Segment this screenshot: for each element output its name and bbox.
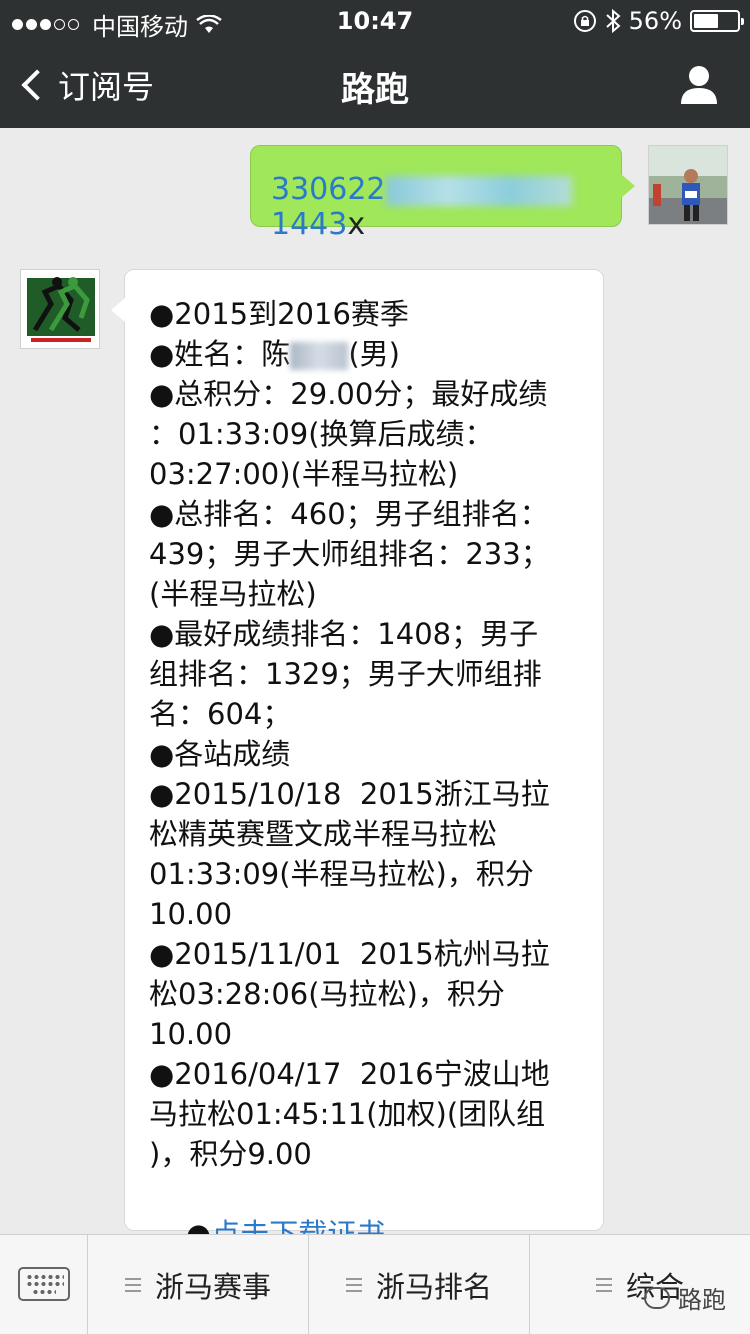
user-avatar[interactable]: [648, 145, 728, 225]
menu-item-zhema-events[interactable]: 浙马赛事: [88, 1235, 309, 1334]
message-line: 03:27:00)(半程马拉松): [149, 454, 583, 494]
menu-item-label: 浙马赛事: [154, 1270, 271, 1304]
message-suffix: x: [347, 207, 366, 242]
redacted-name-blur: [290, 342, 349, 370]
message-line: ●2015/10/18 2015浙江马拉: [149, 774, 583, 814]
message-line: (半程马拉松): [149, 574, 583, 614]
menu-list-icon: [345, 1278, 362, 1292]
menu-item-label: 浙马排名: [375, 1270, 492, 1304]
message-line: ●姓名：陈 (男): [149, 334, 583, 374]
message-line-text: 松精英赛暨文成半程马拉松: [149, 817, 498, 851]
message-text-end: 1443: [271, 207, 348, 242]
message-line-text: ：01:33:09(换算后成绩：: [149, 417, 494, 451]
account-avatar[interactable]: [20, 269, 100, 349]
orientation-lock-icon: [573, 10, 596, 32]
message-line-text: ●总积分：29.00分；最好成绩: [149, 377, 548, 411]
runners-logo: [21, 270, 99, 348]
message-line: ●最好成绩排名：1408；男子: [149, 614, 583, 654]
message-line: 439；男子大师组排名：233；: [149, 534, 583, 574]
menu-list-icon: [124, 1278, 141, 1292]
message-line: ●2015到2016赛季: [149, 294, 583, 334]
message-line: ●总排名：460；男子组排名：: [149, 494, 583, 534]
name-suffix: (男): [348, 337, 400, 371]
outgoing-message-bubble[interactable]: 3306221443x: [250, 145, 635, 242]
message-line-text: ●总排名：460；男子组排名：: [149, 497, 549, 531]
message-line-text: 名：604；: [149, 697, 292, 731]
menu-list-icon: [595, 1278, 612, 1292]
redacted-blur: [385, 175, 572, 206]
battery-percent: 56%: [628, 7, 682, 35]
message-line: 10.00: [149, 1014, 583, 1054]
page-title: 路跑: [341, 70, 409, 110]
message-line-text: ●2015到2016赛季: [149, 297, 409, 331]
message-line-text: 马拉松01:45:11(加权)(团队组: [149, 1097, 546, 1131]
message-line-text: (半程马拉松): [149, 577, 317, 611]
message-line-text: ●2015/10/18 2015浙江马拉: [149, 777, 550, 811]
message-line: ●总积分：29.00分；最好成绩: [149, 374, 583, 414]
message-line-text: ●2015/11/01 2015杭州马拉: [149, 937, 550, 971]
message-line-text: 439；男子大师组排名：233；: [149, 537, 550, 571]
message-line: )，积分9.00: [149, 1134, 583, 1174]
message-line-text: ●2016/04/17 2016宁波山地: [149, 1057, 550, 1091]
message-line-text: 松03:28:06(马拉松)，积分: [149, 977, 505, 1011]
message-line: 01:33:09(半程马拉松)，积分: [149, 854, 583, 894]
message-line-text: 03:27:00)(半程马拉松): [149, 457, 459, 491]
message-line-text: 组排名：1329；男子大师组排: [149, 657, 542, 691]
nav-bar: 订阅号 路跑: [0, 40, 750, 128]
message-line-text: ●各站成绩: [149, 737, 291, 771]
message-line: 马拉松01:45:11(加权)(团队组: [149, 1094, 583, 1134]
keyboard-icon: [18, 1267, 70, 1301]
watermark: 路跑: [644, 1280, 726, 1315]
message-text-start: 330622: [271, 172, 386, 207]
keyboard-toggle-button[interactable]: [0, 1235, 88, 1334]
wechat-icon: [644, 1286, 670, 1309]
watermark-text: 路跑: [678, 1286, 726, 1314]
bluetooth-icon: [605, 8, 621, 34]
message-line-text: 10.00: [149, 897, 233, 931]
message-line: 松精英赛暨文成半程马拉松: [149, 814, 583, 854]
message-line-text: )，积分9.00: [149, 1137, 312, 1171]
message-line-text: ●姓名：陈: [149, 337, 291, 371]
profile-icon[interactable]: [680, 64, 718, 104]
runner-photo: [649, 146, 727, 224]
message-body: ●2015到2016赛季 ●姓名：陈 (男) ●总积分：29.00分；最好成绩 ：01:…: [149, 294, 583, 1174]
message-line: 组排名：1329；男子大师组排: [149, 654, 583, 694]
message-line: 10.00: [149, 894, 583, 934]
message-line: ●2016/04/17 2016宁波山地: [149, 1054, 583, 1094]
message-line-text: ●最好成绩排名：1408；男子: [149, 617, 539, 651]
message-line: 松03:28:06(马拉松)，积分: [149, 974, 583, 1014]
status-bar: 中国移动 10:47 56%: [0, 0, 750, 41]
menu-item-zhema-ranking[interactable]: 浙马排名: [309, 1235, 530, 1334]
status-right: 56%: [573, 7, 744, 35]
battery-icon: [690, 10, 744, 32]
message-line: 名：604；: [149, 694, 583, 734]
message-line: ：01:33:09(换算后成绩：: [149, 414, 583, 454]
message-line: ●各站成绩: [149, 734, 583, 774]
message-line-text: 01:33:09(半程马拉松)，积分: [149, 857, 534, 891]
bottom-menu-bar: 浙马赛事 浙马排名 综合: [0, 1234, 750, 1334]
message-line-text: 10.00: [149, 1017, 233, 1051]
incoming-message-bubble: ●2015到2016赛季 ●姓名：陈 (男) ●总积分：29.00分；最好成绩 ：01:…: [111, 269, 604, 1251]
message-line: ●2015/11/01 2015杭州马拉: [149, 934, 583, 974]
